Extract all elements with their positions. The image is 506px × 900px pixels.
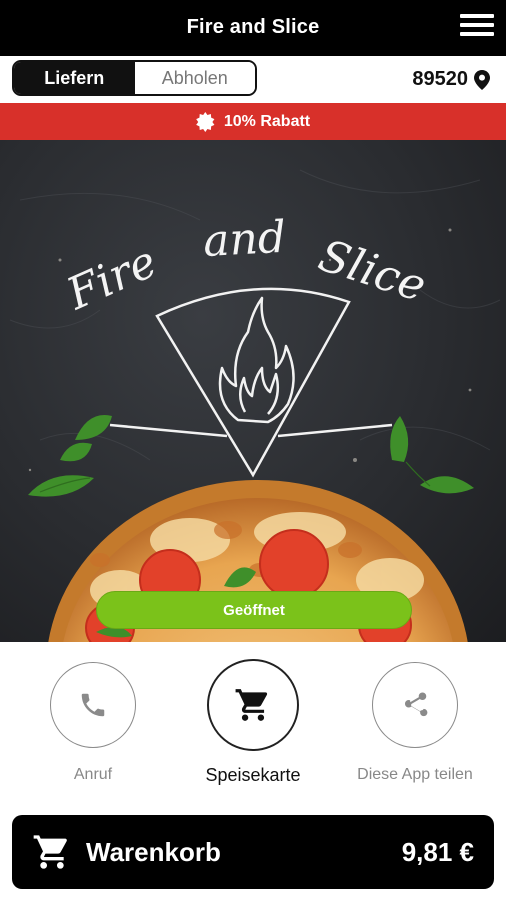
share-button-circle	[372, 662, 458, 748]
app-title: Fire and Slice	[186, 16, 320, 38]
discount-text: 10% Rabatt	[223, 112, 311, 130]
zip-location-button[interactable]: 89520	[412, 68, 490, 91]
share-label: Diese App teilen	[357, 766, 473, 783]
discount-badge-icon	[196, 111, 215, 132]
cart-total: 9,81 €	[401, 836, 474, 867]
svg-text:and: and	[202, 212, 287, 267]
phone-icon	[81, 693, 105, 717]
discount-banner: 10% Rabatt	[0, 103, 506, 140]
mode-bar: Liefern Abholen 89520	[0, 56, 506, 102]
call-button[interactable]: Anruf	[23, 662, 163, 784]
shopping-cart-icon	[33, 835, 67, 869]
pizza-logo-artwork: Fire and Slice	[9, 169, 501, 642]
open-status-button[interactable]: Geöffnet	[96, 591, 412, 629]
share-icon	[405, 692, 428, 717]
menu-button[interactable]: Speisekarte	[183, 659, 323, 786]
call-button-circle	[50, 662, 136, 748]
location-pin-icon	[474, 69, 490, 90]
tab-abholen[interactable]: Abholen	[134, 62, 255, 94]
zip-code: 89520	[412, 68, 468, 90]
hamburger-menu-icon[interactable]	[460, 14, 494, 42]
menu-button-circle	[207, 659, 299, 751]
svg-text:Fire: Fire	[59, 236, 164, 320]
tab-liefern[interactable]: Liefern	[14, 62, 135, 94]
delivery-mode-toggle: Liefern Abholen	[12, 60, 257, 96]
cart-button[interactable]: Warenkorb 9,81 €	[12, 815, 494, 889]
hero-image: Fire and Slice Geöffnet	[0, 140, 506, 642]
svg-text:Slice: Slice	[313, 230, 432, 312]
app-header: Fire and Slice	[0, 0, 506, 56]
shopping-cart-icon	[235, 689, 268, 721]
action-row: Anruf Speisekarte Diese App teilen	[0, 642, 506, 807]
menu-label: Speisekarte	[205, 765, 301, 785]
cart-label: Warenkorb	[86, 836, 221, 867]
share-app-button[interactable]: Diese App teilen	[345, 662, 485, 784]
call-label: Anruf	[73, 766, 113, 783]
